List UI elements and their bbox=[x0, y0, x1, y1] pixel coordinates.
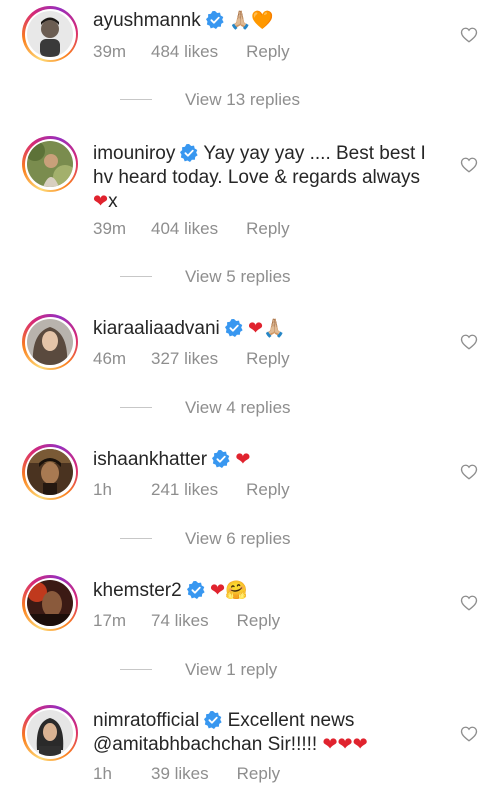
comment-meta: 1h 241 likes Reply bbox=[93, 480, 290, 500]
comment-time: 46m bbox=[93, 349, 127, 368]
avatar bbox=[27, 580, 73, 626]
comment-emojis: ❤ bbox=[235, 449, 251, 470]
comment-text: khemster2 ❤🤗 bbox=[93, 579, 448, 603]
replies-divider bbox=[120, 538, 152, 539]
comment-text: kiaraaliaadvani ❤🙏🏼 bbox=[93, 317, 448, 341]
comment-text: imouniroy Yay yay yay .... Best best I h… bbox=[93, 142, 448, 214]
view-replies-label: View 4 replies bbox=[185, 398, 291, 417]
verified-badge-icon bbox=[224, 319, 243, 337]
comment-time: 17m bbox=[93, 611, 127, 630]
verified-badge-icon bbox=[205, 11, 224, 29]
mention-link[interactable]: @amitabhbachchan Sir!!!!! bbox=[93, 734, 317, 755]
reply-button[interactable]: Reply bbox=[246, 42, 289, 62]
avatar-photo bbox=[27, 580, 73, 626]
comment-time: 39m bbox=[93, 42, 127, 61]
comment-meta: 1h 39 likes Reply bbox=[93, 764, 280, 784]
comment-body-suffix: x bbox=[108, 191, 118, 212]
comment-body-line1: Excellent news bbox=[227, 710, 355, 731]
comment-text: ayushmannk 🙏🏼🧡 bbox=[93, 9, 448, 33]
view-replies-label: View 13 replies bbox=[185, 90, 300, 109]
heart-emojis: ❤❤❤ bbox=[322, 734, 368, 755]
avatar-ring[interactable] bbox=[22, 575, 78, 631]
comment-meta: 46m 327 likes Reply bbox=[93, 349, 290, 369]
verified-badge-icon bbox=[212, 450, 230, 468]
comment-time: 1h bbox=[93, 480, 112, 499]
comment-emojis: 🙏🏼🧡 bbox=[229, 10, 274, 31]
replies-divider bbox=[120, 99, 152, 100]
reply-button[interactable]: Reply bbox=[246, 219, 289, 239]
view-replies-label: View 1 reply bbox=[185, 660, 278, 679]
heart-outline-icon[interactable] bbox=[460, 725, 478, 743]
likes-count[interactable]: 241 likes bbox=[151, 480, 218, 500]
replies-divider bbox=[120, 669, 152, 670]
avatar-ring[interactable] bbox=[22, 444, 78, 500]
avatar-ring[interactable] bbox=[22, 136, 78, 192]
likes-count[interactable]: 39 likes bbox=[151, 764, 209, 784]
username[interactable]: imouniroy bbox=[93, 143, 175, 164]
comment-meta: 17m 74 likes Reply bbox=[93, 611, 280, 631]
reply-button[interactable]: Reply bbox=[237, 764, 280, 784]
username[interactable]: ishaankhatter bbox=[93, 449, 207, 470]
comment-time: 1h bbox=[93, 764, 112, 783]
username[interactable]: nimratofficial bbox=[93, 710, 199, 731]
heart-emoji: ❤ bbox=[93, 191, 109, 212]
reply-button[interactable]: Reply bbox=[237, 611, 280, 631]
avatar-photo bbox=[27, 11, 73, 57]
likes-count[interactable]: 327 likes bbox=[151, 349, 218, 369]
likes-count[interactable]: 484 likes bbox=[151, 42, 218, 62]
comment-emojis: ❤🙏🏼 bbox=[248, 318, 286, 339]
view-replies-button[interactable]: View 13 replies bbox=[120, 90, 300, 110]
comment-body-line1: Yay yay yay .... Best best I bbox=[203, 143, 426, 164]
avatar bbox=[27, 710, 73, 756]
replies-divider bbox=[120, 407, 152, 408]
avatar-ring[interactable] bbox=[22, 6, 78, 62]
heart-outline-icon[interactable] bbox=[460, 333, 478, 351]
heart-outline-icon[interactable] bbox=[460, 156, 478, 174]
verified-badge-icon bbox=[180, 144, 199, 162]
avatar-ring[interactable] bbox=[22, 705, 78, 761]
heart-outline-icon[interactable] bbox=[460, 463, 478, 481]
comment-text: nimratofficial Excellent news @amitabhba… bbox=[93, 709, 448, 757]
avatar bbox=[27, 319, 73, 365]
heart-outline-icon[interactable] bbox=[460, 594, 478, 612]
avatar bbox=[27, 449, 73, 495]
avatar-ring[interactable] bbox=[22, 314, 78, 370]
view-replies-button[interactable]: View 4 replies bbox=[120, 398, 291, 418]
reply-button[interactable]: Reply bbox=[246, 349, 289, 369]
view-replies-button[interactable]: View 6 replies bbox=[120, 529, 291, 549]
comment-body-line2: hv heard today. Love & regards always bbox=[93, 167, 421, 188]
reply-button[interactable]: Reply bbox=[246, 480, 289, 500]
heart-outline-icon[interactable] bbox=[460, 26, 478, 44]
comment-emojis: ❤🤗 bbox=[209, 580, 248, 601]
view-replies-button[interactable]: View 1 reply bbox=[120, 660, 277, 680]
avatar-photo bbox=[27, 141, 73, 187]
comment-time: 39m bbox=[93, 219, 127, 238]
username[interactable]: khemster2 bbox=[93, 580, 182, 601]
username[interactable]: ayushmannk bbox=[93, 10, 201, 31]
view-replies-label: View 5 replies bbox=[185, 267, 291, 286]
view-replies-label: View 6 replies bbox=[185, 529, 291, 548]
replies-divider bbox=[120, 276, 152, 277]
avatar-photo bbox=[27, 449, 73, 495]
verified-badge-icon bbox=[186, 581, 205, 599]
avatar-photo bbox=[27, 319, 73, 365]
username[interactable]: kiaraaliaadvani bbox=[93, 318, 220, 339]
avatar bbox=[27, 141, 73, 187]
avatar-photo bbox=[27, 710, 73, 756]
comment-text: ishaankhatter ❤ bbox=[93, 448, 448, 472]
likes-count[interactable]: 74 likes bbox=[151, 611, 209, 631]
likes-count[interactable]: 404 likes bbox=[151, 219, 218, 239]
comment-meta: 39m 484 likes Reply bbox=[93, 42, 290, 62]
view-replies-button[interactable]: View 5 replies bbox=[120, 267, 291, 287]
comment-meta: 39m 404 likes Reply bbox=[93, 219, 290, 239]
verified-badge-icon bbox=[204, 711, 222, 729]
avatar bbox=[27, 11, 73, 57]
